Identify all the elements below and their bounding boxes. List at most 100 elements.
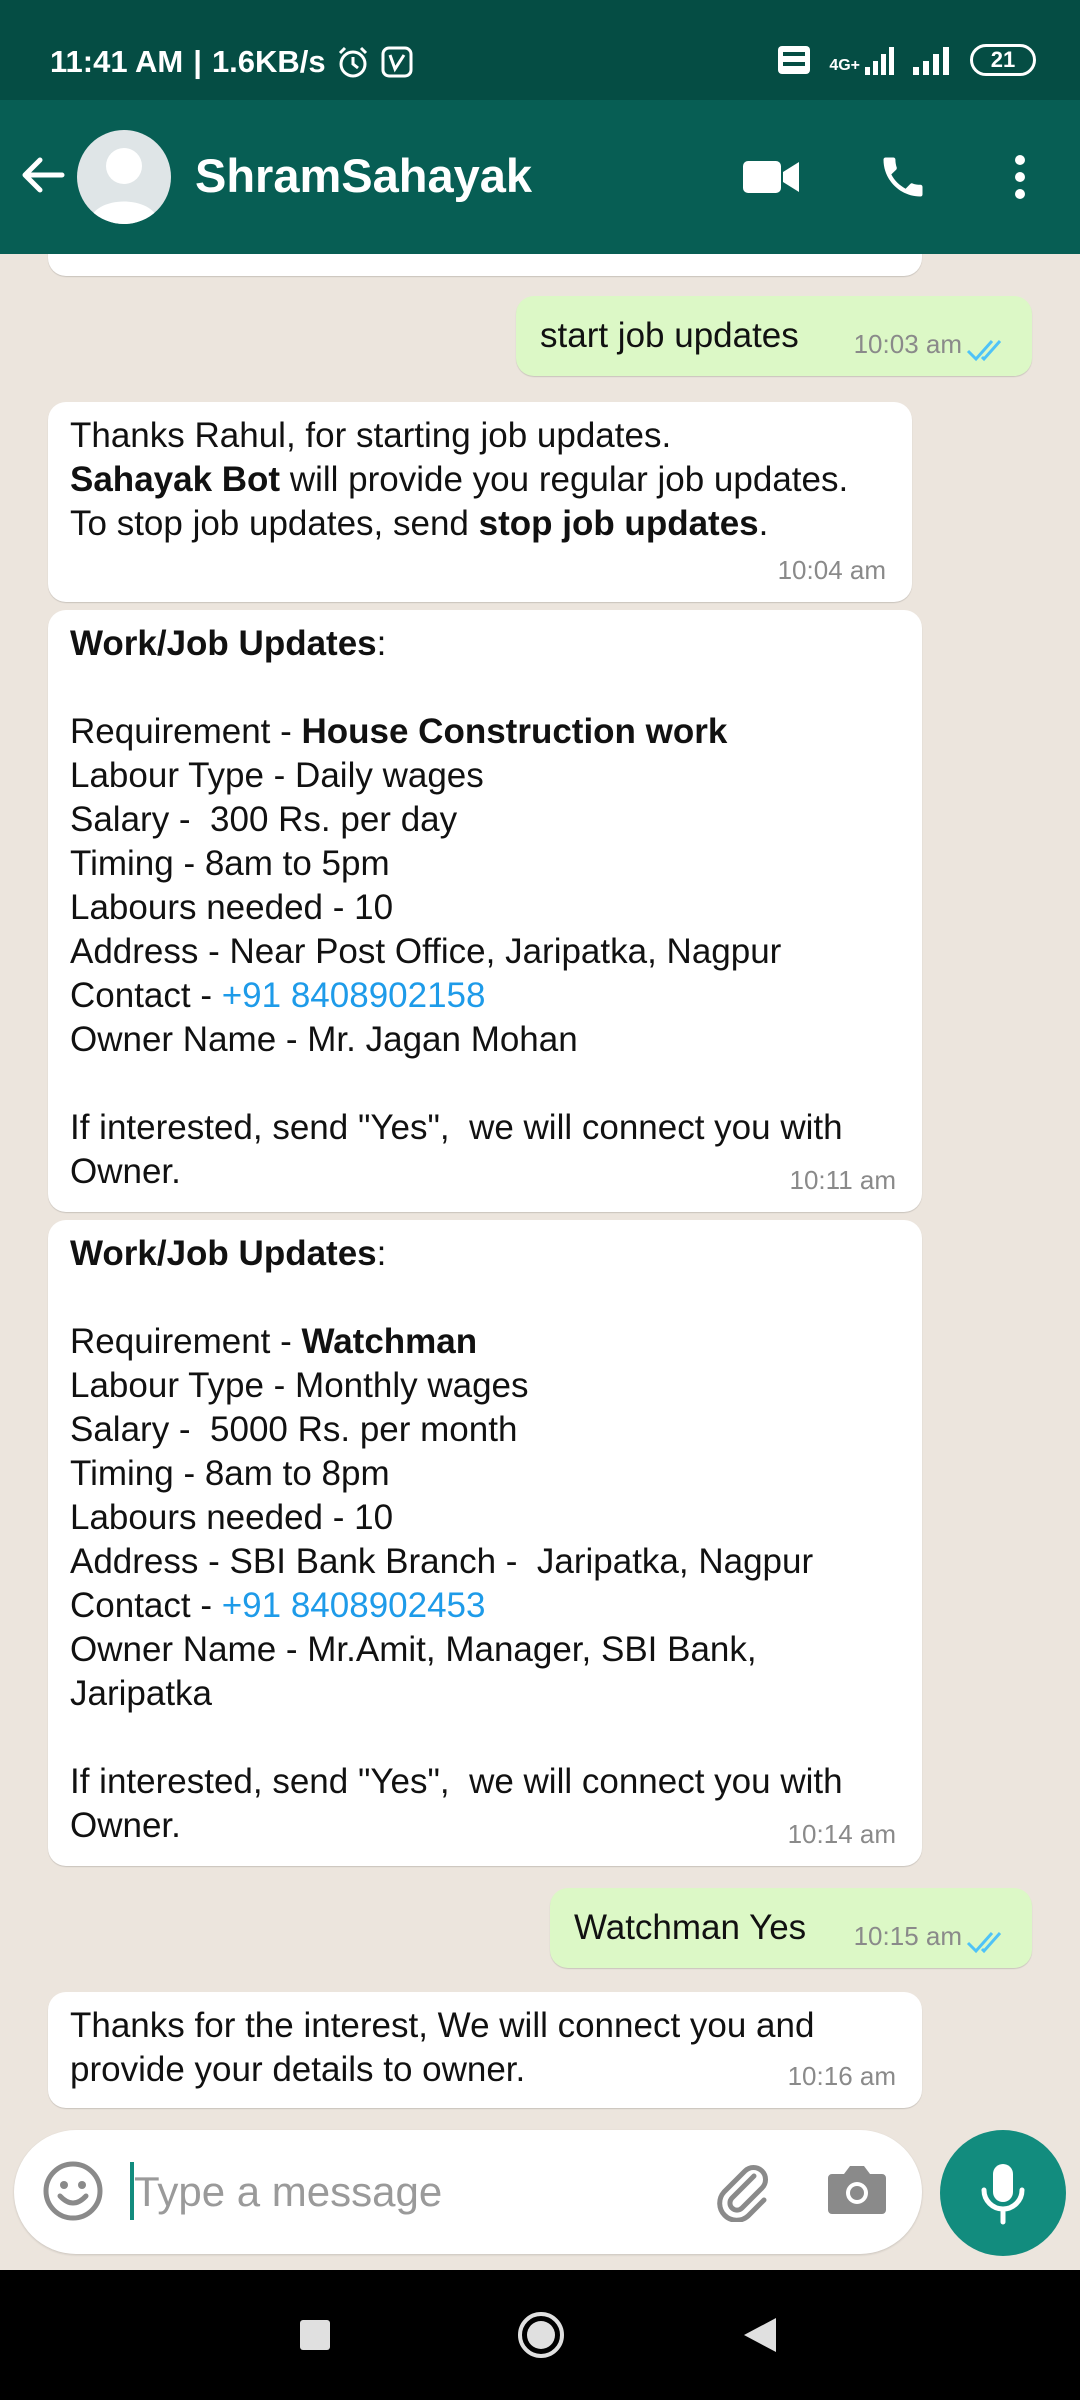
avatar[interactable]	[77, 130, 171, 224]
text: To stop job updates, send	[70, 504, 479, 543]
message-time: 10:02 am	[788, 254, 896, 266]
text: will provide you regular job updates.	[280, 460, 849, 499]
double-check-icon	[966, 340, 1002, 362]
message-line: Timing - 8am to 8pm	[70, 1454, 390, 1493]
message-line: Address - Near Post Office, Jaripatka, N…	[70, 932, 782, 971]
bold-text: Sahayak Bot	[70, 460, 281, 499]
text: Requirement -	[70, 1322, 302, 1361]
message-line: Owner Name - Mr.Amit, Manager, SBI Bank,…	[70, 1630, 757, 1713]
status-left: 11:41 AM | 1.6KB/s	[50, 44, 414, 80]
chat-area[interactable]: 10:02 am start job updates 10:03 am Than…	[0, 254, 1080, 2124]
message-line: Labour Type - Monthly wages	[70, 1366, 529, 1405]
back-nav-button[interactable]	[742, 2316, 778, 2359]
message-bubble-incoming[interactable]: Thanks for the interest, We will connect…	[48, 1992, 922, 2108]
triangle-back-icon	[744, 2318, 776, 2352]
attach-button[interactable]	[710, 2158, 774, 2227]
status-net-speed: 1.6KB/s	[211, 44, 326, 79]
volte-icon	[778, 46, 811, 74]
message-line: If interested, send "Yes", we will conne…	[70, 1762, 843, 1845]
message-input-bar: Type a message	[14, 2130, 922, 2254]
status-right: 4G+ 21	[777, 44, 1036, 76]
message-time: 10:16 am	[787, 2061, 896, 2091]
message-text: Thanks Rahul, for starting job updates. …	[70, 414, 848, 546]
microphone-icon	[981, 2164, 1025, 2225]
message-bubble-incoming[interactable]: Work/Job Updates: Requirement - Watchman…	[48, 1220, 922, 1866]
requirement-value: Watchman	[301, 1322, 478, 1361]
message-bubble-incoming[interactable]: Thanks Rahul, for starting job updates. …	[48, 402, 912, 602]
message-line: Labours needed - 10	[70, 1498, 394, 1537]
text: Contact -	[70, 976, 222, 1015]
message-text: start job updates	[540, 316, 799, 355]
job-heading: Work/Job Updates	[70, 1234, 377, 1273]
video-call-button[interactable]	[736, 142, 806, 212]
alarm-icon	[338, 46, 367, 78]
more-vert-icon	[1015, 155, 1025, 199]
job-heading: Work/Job Updates	[70, 624, 377, 663]
message-time: 10:04 am	[777, 555, 886, 585]
text: Contact -	[70, 1586, 222, 1625]
default-avatar-icon	[89, 148, 159, 224]
message-bubble-incoming[interactable]: 10:02 am	[48, 254, 922, 276]
camera-button[interactable]	[826, 2160, 888, 2223]
home-button[interactable]	[516, 2310, 566, 2365]
paperclip-icon	[717, 2165, 768, 2223]
message-input[interactable]: Type a message	[134, 2168, 442, 2216]
status-separator: |	[193, 44, 202, 79]
recents-button[interactable]	[298, 2318, 332, 2357]
message-line: Salary - 300 Rs. per day	[70, 800, 458, 839]
camera-icon	[828, 2166, 886, 2214]
contact-name[interactable]: ShramSahayak	[195, 148, 532, 203]
message-line: If interested, send "Yes", we will conne…	[70, 1108, 843, 1191]
message-line: Timing - 8am to 5pm	[70, 844, 390, 883]
text: Requirement -	[70, 712, 302, 751]
message-text: Thanks for the interest, We will connect…	[70, 2006, 815, 2089]
bold-text: stop job updates	[478, 504, 759, 543]
message-bubble-outgoing[interactable]: Watchman Yes 10:15 am	[550, 1888, 1032, 1968]
message-bubble-outgoing[interactable]: start job updates 10:03 am	[516, 296, 1032, 376]
message-line: Sahayak Bot will provide you regular job…	[70, 458, 848, 502]
message-line: Thanks Rahul, for starting job updates.	[70, 416, 672, 455]
message-line: Work/Job Updates:	[70, 622, 843, 666]
message-line: Requirement - Watchman	[70, 1320, 843, 1364]
circle-home-icon	[518, 2312, 564, 2358]
text: .	[758, 504, 769, 543]
message-line: Owner Name - Mr. Jagan Mohan	[70, 1020, 578, 1059]
message-time: 10:15 am	[853, 1921, 962, 1951]
message-line: Address - SBI Bank Branch - Jaripatka, N…	[70, 1542, 814, 1581]
battery-indicator: 21	[970, 44, 1036, 76]
phone-link[interactable]: +91 8408902453	[222, 1586, 486, 1625]
voice-call-button[interactable]	[868, 142, 938, 212]
message-line: Work/Job Updates:	[70, 1232, 843, 1276]
square-recents-icon	[300, 2320, 330, 2350]
message-text: Work/Job Updates: Requirement - House Co…	[70, 622, 843, 1194]
back-button[interactable]	[18, 150, 68, 200]
back-arrow-icon	[22, 157, 65, 193]
chat-header: ShramSahayak	[0, 100, 1080, 254]
emoji-icon	[43, 2161, 103, 2221]
mic-button[interactable]	[940, 2130, 1066, 2256]
phone-call-icon	[883, 157, 923, 197]
message-line: Contact - +91 8408902453	[70, 1584, 843, 1628]
message-bubble-incoming[interactable]: Work/Job Updates: Requirement - House Co…	[48, 610, 922, 1212]
text: :	[376, 624, 387, 663]
signal-icon-1	[865, 47, 894, 75]
status-bar: 11:41 AM | 1.6KB/s 4G+ 21	[0, 0, 1080, 100]
message-text: Work/Job Updates: Requirement - Watchman…	[70, 1232, 843, 1848]
message-line: Contact - +91 8408902158	[70, 974, 843, 1018]
signal-icon-2	[913, 47, 949, 75]
app-notification-icon	[381, 46, 413, 78]
message-line: To stop job updates, send stop job updat…	[70, 502, 848, 546]
text: :	[376, 1234, 387, 1273]
message-line: Salary - 5000 Rs. per month	[70, 1410, 518, 1449]
more-options-button[interactable]	[985, 142, 1055, 212]
message-time: 10:14 am	[787, 1819, 896, 1849]
emoji-button[interactable]	[42, 2160, 104, 2227]
network-type: 4G+	[829, 45, 894, 75]
message-line: Requirement - House Construction work	[70, 710, 843, 754]
phone-link[interactable]: +91 8408902158	[222, 976, 486, 1015]
message-line: Labours needed - 10	[70, 888, 394, 927]
